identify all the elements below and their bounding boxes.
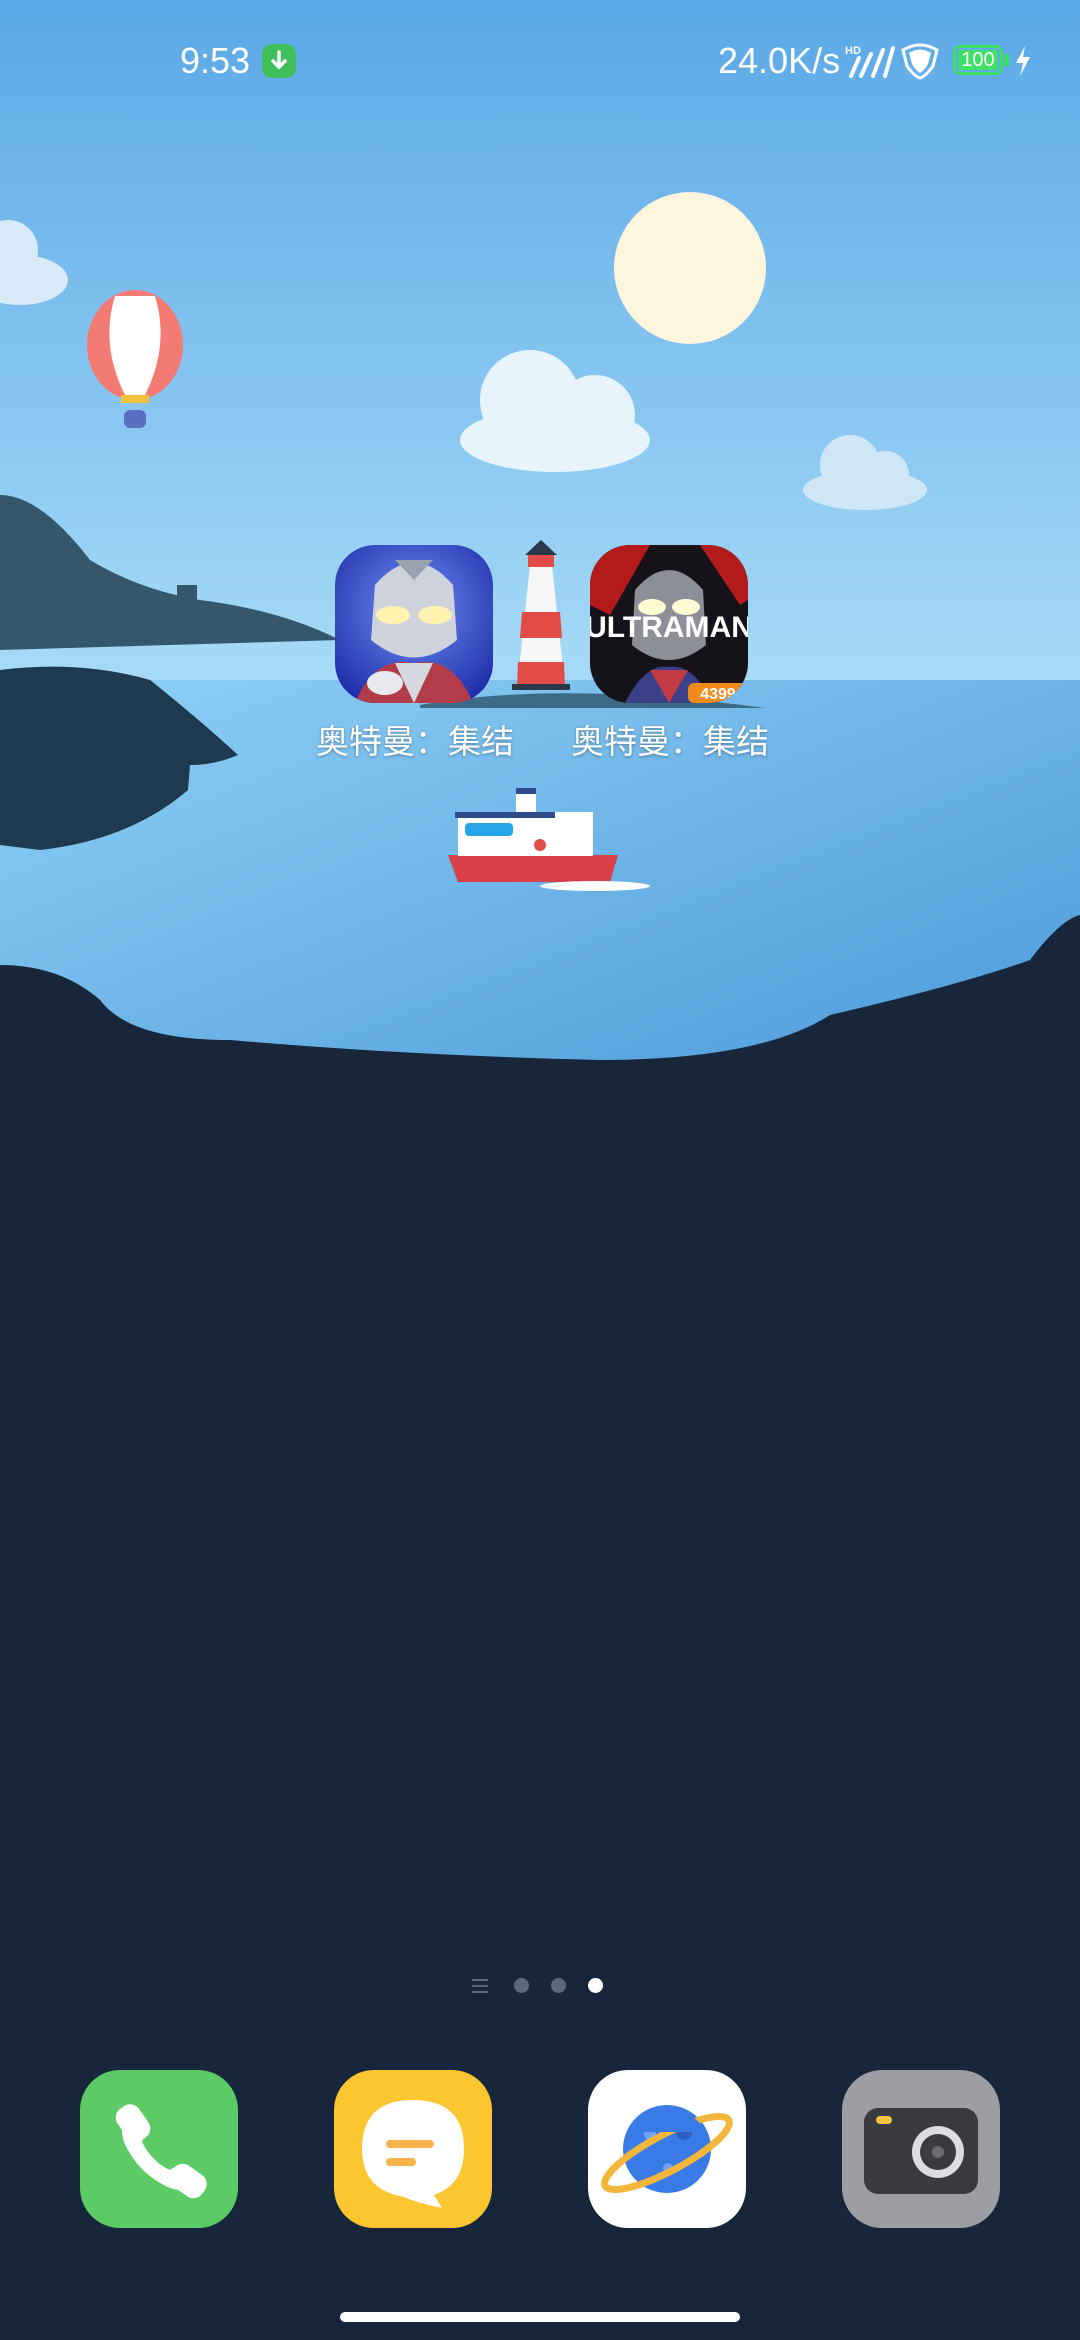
network-speed: 24.0K/s <box>718 40 841 81</box>
battery-level: 100 <box>958 50 998 70</box>
battery-icon: 100 <box>953 45 1003 75</box>
signal-hd-icon: HD <box>845 45 895 78</box>
phone-icon <box>115 2104 207 2199</box>
sun <box>614 192 766 344</box>
app-icon-badge-text: 4399 <box>700 686 736 703</box>
ultraman-tiga-game-icon <box>335 545 493 703</box>
page-list-icon <box>472 1979 488 1993</box>
page-dot[interactable] <box>551 1978 566 1993</box>
home-indicator-bar[interactable] <box>340 2312 740 2322</box>
charging-bolt-icon <box>1016 46 1030 76</box>
app-ultraman-2[interactable]: ULTRAMAN 4399 奥特曼：集结 <box>571 545 769 761</box>
ultraman-assemble-4399-icon: ULTRAMAN 4399 <box>590 545 748 703</box>
app-ultraman-1[interactable]: 奥特曼：集结 <box>316 545 514 761</box>
page-dot[interactable] <box>514 1978 529 1993</box>
wifi-icon <box>901 43 939 80</box>
browser-planet-icon <box>601 2105 733 2194</box>
app-label: 奥特曼：集结 <box>316 722 514 761</box>
app-icon-brand-text: ULTRAMAN <box>590 611 748 644</box>
dock-phone-app[interactable] <box>80 2070 238 2228</box>
page-dot-active[interactable] <box>588 1978 603 1993</box>
app-label: 奥特曼：集结 <box>571 722 769 761</box>
signal-badge: HD <box>845 45 861 57</box>
clock: 9:53 <box>180 40 251 81</box>
status-bar: 9:53 24.0K/s HD 100 <box>0 0 1080 120</box>
download-notification-icon <box>262 44 296 78</box>
camera-icon <box>864 2108 978 2194</box>
dock-browser-app[interactable] <box>588 2070 746 2228</box>
messages-icon <box>362 2100 464 2208</box>
dock-camera-app[interactable] <box>842 2070 1000 2228</box>
dock-messages-app[interactable] <box>334 2070 492 2228</box>
battery-tip <box>1004 54 1009 66</box>
page-indicator[interactable] <box>472 1972 612 2002</box>
